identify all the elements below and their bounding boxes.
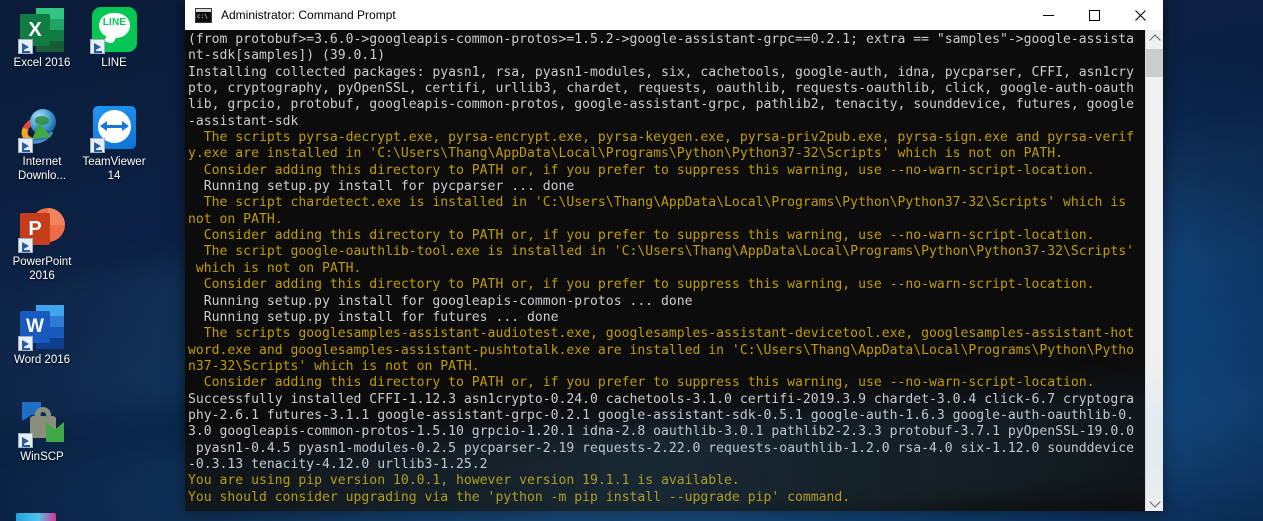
- terminal-line: word.exe and googlesamples-assistant-pus…: [188, 343, 1145, 359]
- shortcut-overlay-icon: [18, 138, 33, 153]
- scroll-up-icon[interactable]: [1146, 30, 1163, 47]
- scrollbar-thumb[interactable]: [1146, 49, 1163, 77]
- terminal-line: Running setup.py install for pycparser .…: [188, 179, 1145, 195]
- terminal-line: Successfully installed CFFI-1.12.3 asn1c…: [188, 392, 1145, 408]
- shortcut-overlay-icon: [90, 39, 105, 54]
- shortcut-overlay-icon: [18, 336, 33, 351]
- desktop-icon-label: Internet Downlo...: [4, 156, 80, 183]
- desktop-icon-winscp[interactable]: WinSCP: [4, 400, 80, 465]
- terminal-line: pto, cryptography, pyOpenSSL, certifi, u…: [188, 81, 1145, 97]
- desktop-background: X Excel 2016 LINE LINE Internet Downlo..…: [0, 0, 1263, 521]
- terminal-line: You are using pip version 10.0.1, howeve…: [188, 473, 1145, 489]
- terminal-line: which is not on PATH.: [188, 261, 1145, 277]
- terminal-line: nt-sdk[samples]) (39.0.1): [188, 48, 1145, 64]
- terminal-line: lib, grpcio, protobuf, googleapis-common…: [188, 97, 1145, 113]
- terminal-line: Consider adding this directory to PATH o…: [188, 163, 1145, 179]
- terminal-line: Consider adding this directory to PATH o…: [188, 228, 1145, 244]
- minimize-button[interactable]: [1025, 0, 1071, 30]
- terminal-line: pyasn1-0.4.5 pyasn1-modules-0.2.5 pycpar…: [188, 441, 1145, 457]
- terminal-line: The scripts googlesamples-assistant-audi…: [188, 326, 1145, 342]
- shortcut-overlay-icon: [90, 138, 105, 153]
- winscp-icon: [18, 400, 66, 448]
- terminal-line: The script chardetect.exe is installed i…: [188, 195, 1145, 211]
- terminal-line: Running setup.py install for googleapis-…: [188, 294, 1145, 310]
- shortcut-overlay-icon: [18, 39, 33, 54]
- desktop-icon-powerpoint[interactable]: P PowerPoint 2016: [4, 205, 80, 283]
- desktop-icon-teamviewer[interactable]: TeamViewer 14: [76, 105, 152, 183]
- terminal-line: You should consider upgrading via the 'p…: [188, 490, 1145, 506]
- terminal-output[interactable]: (from protobuf>=3.6.0->googleapis-common…: [185, 30, 1145, 511]
- desktop-icon-label: Excel 2016: [4, 57, 80, 71]
- scroll-down-icon[interactable]: [1146, 494, 1163, 511]
- terminal-line: Running setup.py install for futures ...…: [188, 310, 1145, 326]
- terminal-line: (from protobuf>=3.6.0->googleapis-common…: [188, 32, 1145, 48]
- desktop-icon-label: TeamViewer 14: [76, 156, 152, 183]
- desktop-icon-label: WinSCP: [4, 451, 80, 465]
- terminal-scrollbar[interactable]: [1145, 30, 1163, 511]
- terminal-line: The scripts pyrsa-decrypt.exe, pyrsa-enc…: [188, 130, 1145, 146]
- desktop-icon-label: Word 2016: [4, 354, 80, 368]
- terminal-line: n37-32\Scripts' which is not on PATH.: [188, 359, 1145, 375]
- close-button[interactable]: [1117, 0, 1163, 30]
- desktop-icon-excel[interactable]: X Excel 2016: [4, 6, 80, 71]
- shortcut-overlay-icon: [18, 238, 33, 253]
- terminal-line: The script google-oauthlib-tool.exe is i…: [188, 244, 1145, 260]
- command-prompt-icon: [195, 8, 212, 23]
- window-titlebar[interactable]: Administrator: Command Prompt: [185, 0, 1163, 30]
- command-prompt-window: Administrator: Command Prompt (from prot…: [185, 0, 1163, 511]
- window-title: Administrator: Command Prompt: [221, 8, 396, 22]
- desktop-icon-label: PowerPoint 2016: [4, 256, 80, 283]
- line-app-icon: LINE: [90, 6, 138, 54]
- desktop-icon-label: LINE: [76, 57, 152, 71]
- desktop-icon-internet-download-manager[interactable]: Internet Downlo...: [4, 105, 80, 183]
- powerpoint-icon: P: [18, 205, 66, 253]
- window-title-group: Administrator: Command Prompt: [185, 8, 1025, 23]
- teamviewer-icon: [90, 105, 138, 153]
- terminal-line: -0.3.13 tenacity-4.12.0 urllib3-1.25.2: [188, 457, 1145, 473]
- window-body: (from protobuf>=3.6.0->googleapis-common…: [185, 30, 1163, 511]
- terminal-line: Consider adding this directory to PATH o…: [188, 277, 1145, 293]
- terminal-line: 3.0 googleapis-common-protos-1.5.10 grpc…: [188, 424, 1145, 440]
- maximize-button[interactable]: [1071, 0, 1117, 30]
- terminal-line: -assistant-sdk: [188, 114, 1145, 130]
- terminal-line: Consider adding this directory to PATH o…: [188, 375, 1145, 391]
- desktop-icon-line[interactable]: LINE LINE: [76, 6, 152, 71]
- terminal-line: Installing collected packages: pyasn1, r…: [188, 65, 1145, 81]
- terminal-line: not on PATH.: [188, 212, 1145, 228]
- word-icon: W: [18, 303, 66, 351]
- desktop-icon-word[interactable]: W Word 2016: [4, 303, 80, 368]
- excel-icon: X: [18, 6, 66, 54]
- shortcut-overlay-icon: [18, 433, 33, 448]
- terminal-line: y.exe are installed in 'C:\Users\Thang\A…: [188, 146, 1145, 162]
- terminal-line: phy-2.6.1 futures-3.1.1 google-assistant…: [188, 408, 1145, 424]
- internet-download-manager-icon: [18, 105, 66, 153]
